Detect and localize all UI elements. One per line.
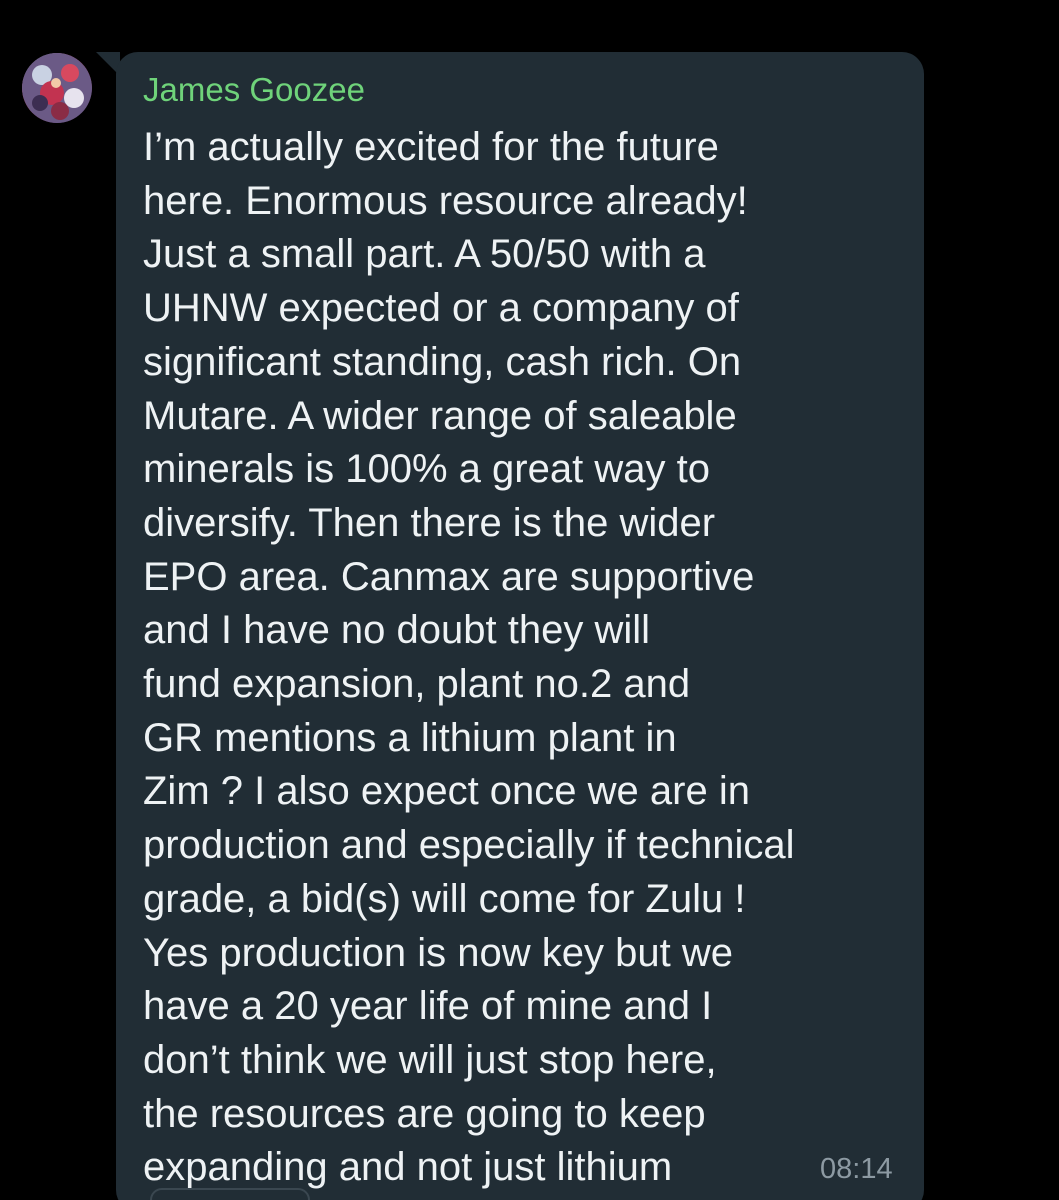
message-line: UHNW expected or a company of — [143, 286, 739, 331]
message-line: here. Enormous resource already! — [143, 178, 748, 223]
message-line: diversify. Then there is the wider — [143, 500, 716, 545]
message-line: EPO area. Canmax are supportive — [143, 554, 755, 599]
message-line: Just a small part. A 50/50 with a — [143, 232, 706, 277]
message-line: Zim ? I also expect once we are in — [143, 769, 750, 814]
message-line: significant standing, cash rich. On — [143, 339, 742, 384]
message-line: production and especially if technical — [143, 823, 795, 868]
message-line: have a 20 year life of mine and I — [143, 984, 713, 1029]
profile-photo-icon — [22, 53, 92, 123]
message-line: GR mentions a lithium plant in — [143, 715, 677, 760]
message-line: minerals is 100% a great way to — [143, 447, 710, 492]
message-line: grade, a bid(s) will come for Zulu ! — [143, 876, 746, 921]
message-line: Mutare. A wider range of saleable — [143, 393, 737, 438]
message-line: don’t think we will just stop here, — [143, 1037, 717, 1082]
message-line: and I have no doubt they will — [143, 608, 651, 653]
message-line: fund expansion, plant no.2 and — [143, 662, 691, 707]
message-line: expanding and not just lithium — [143, 1145, 673, 1190]
message-timestamp: 08:14 — [820, 1153, 893, 1185]
chat-screen: James Goozee I’m actually excited for th… — [0, 0, 1059, 1200]
message-line: the resources are going to keep — [143, 1091, 706, 1136]
message-line: Yes production is now key but we — [143, 930, 733, 975]
sender-name[interactable]: James Goozee — [143, 68, 365, 112]
message-text: I’m actually excited for the future here.… — [143, 121, 795, 1195]
sender-avatar[interactable] — [22, 53, 92, 123]
next-message-edge — [150, 1188, 310, 1200]
message-line: I’m actually excited for the future — [143, 125, 719, 169]
